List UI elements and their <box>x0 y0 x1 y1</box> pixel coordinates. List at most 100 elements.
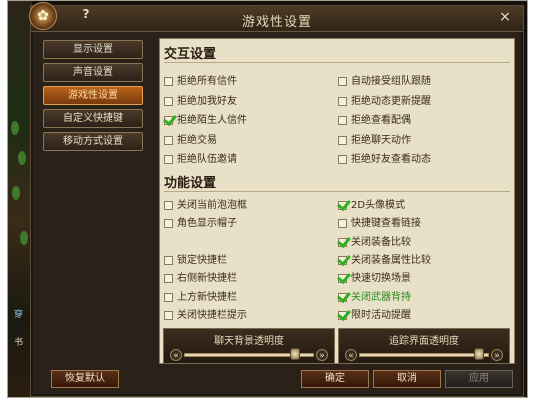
checkbox-icon[interactable] <box>164 219 173 229</box>
checkbox-icon[interactable] <box>338 135 347 145</box>
checkbox-label: 关闭当前泡泡框 <box>177 200 247 211</box>
checkbox-label: 右侧新快捷栏 <box>177 273 237 285</box>
checkbox-label: 关闭装备属性比较 <box>351 254 431 266</box>
nav-gameplay-settings[interactable]: 游戏性设置 <box>43 86 143 105</box>
checkbox-label: 拒绝查看配偶 <box>351 115 411 126</box>
checkbox-icon[interactable] <box>164 201 173 210</box>
checkbox-option[interactable]: 关闭快捷栏提示 <box>164 309 247 323</box>
checkbox-label: 锁定快捷栏 <box>177 254 227 266</box>
checkbox-icon[interactable] <box>164 77 173 86</box>
checkbox-option[interactable]: 限时活动提醒 <box>338 309 411 323</box>
checkbox-label: 角色显示帽子 <box>177 218 237 230</box>
slider-increase-icon[interactable]: » <box>491 349 503 361</box>
checkbox-icon[interactable] <box>338 96 347 106</box>
checkbox-checked-icon[interactable] <box>164 116 173 125</box>
settings-window: ✿ ? 游戏性设置 × 显示设置 声音设置 游戏性设置 自定义快捷键 移动方式设… <box>29 2 524 397</box>
checkbox-label: 快捷键查看链接 <box>351 218 421 230</box>
slider-track[interactable] <box>359 353 489 357</box>
interaction-section-title: 交互设置 <box>164 47 217 62</box>
slider-thumb[interactable] <box>473 348 484 360</box>
close-button[interactable]: × <box>497 9 513 25</box>
ok-button[interactable]: 确定 <box>301 370 369 388</box>
nav-sound-settings[interactable]: 声音设置 <box>43 63 143 82</box>
checkbox-option[interactable]: 拒绝加我好友 <box>164 95 237 109</box>
settings-nav: 显示设置 声音设置 游戏性设置 自定义快捷键 移动方式设置 <box>43 40 157 155</box>
slider-label: 追踪界面透明度 <box>389 336 459 347</box>
world-text: 书 <box>14 338 24 348</box>
window-title: 游戏性设置 <box>241 15 312 30</box>
checkbox-label: 拒绝所有信件 <box>177 76 237 87</box>
checkbox-label: 上方新快捷栏 <box>177 291 237 303</box>
checkbox-option[interactable]: 拒绝动态更新提醒 <box>338 95 431 109</box>
window-titlebar[interactable]: ✿ ? 游戏性设置 × <box>29 2 523 32</box>
checkbox-label: 拒绝队伍邀请 <box>177 154 237 165</box>
checkbox-checked-icon[interactable] <box>338 310 347 320</box>
nav-custom-hotkeys[interactable]: 自定义快捷键 <box>43 109 143 128</box>
slider-label: 聊天背景透明度 <box>214 336 284 347</box>
checkbox-icon[interactable] <box>164 292 173 302</box>
checkbox-label: 拒绝加我好友 <box>177 95 237 107</box>
checkbox-label: 2D头像模式 <box>351 200 406 211</box>
section-divider <box>164 62 510 63</box>
apply-button[interactable]: 应用 <box>445 370 513 388</box>
checkbox-option[interactable]: 角色显示帽子 <box>164 217 237 231</box>
checkbox-option[interactable]: 拒绝交易 <box>164 134 217 148</box>
function-section-title: 功能设置 <box>164 176 217 191</box>
checkbox-label: 拒绝动态更新提醒 <box>351 95 431 107</box>
world-text: 穿 <box>14 310 24 320</box>
checkbox-checked-icon[interactable] <box>338 201 347 210</box>
checkbox-option[interactable]: 关闭装备比较 <box>338 236 411 250</box>
checkbox-option[interactable]: 快捷键查看链接 <box>338 217 421 231</box>
checkbox-icon[interactable] <box>164 255 173 265</box>
slider-increase-icon[interactable]: » <box>316 349 328 361</box>
checkbox-label: 关闭装备比较 <box>351 236 411 248</box>
cancel-button[interactable]: 取消 <box>373 370 441 388</box>
checkbox-option[interactable]: 上方新快捷栏 <box>164 291 237 305</box>
section-divider <box>164 191 510 192</box>
checkbox-option[interactable]: 自动接受组队跟随 <box>338 75 431 89</box>
checkbox-option[interactable]: 拒绝陌生人信件 <box>164 114 247 128</box>
checkbox-option[interactable]: 拒绝聊天动作 <box>338 134 411 148</box>
slider-decrease-icon[interactable]: « <box>170 349 182 361</box>
checkbox-icon[interactable] <box>164 310 173 320</box>
settings-content-panel: 交互设置 拒绝所有信件 拒绝加我好友 拒绝陌生人信件 拒绝交易拒绝队伍邀请 自动接受组队… <box>159 38 515 364</box>
nav-display-settings[interactable]: 显示设置 <box>43 40 143 59</box>
checkbox-option[interactable]: 锁定快捷栏 <box>164 254 227 268</box>
checkbox-option[interactable]: 2D头像模式 <box>338 199 405 213</box>
checkbox-label: 拒绝好友查看动态 <box>351 154 431 165</box>
checkbox-option[interactable]: 快速切换场景 <box>338 272 411 286</box>
checkbox-icon[interactable] <box>338 219 347 229</box>
checkbox-option[interactable]: 拒绝好友查看动态 <box>338 153 431 167</box>
checkbox-checked-icon[interactable] <box>338 255 347 265</box>
checkbox-option[interactable]: 关闭武器背持 <box>338 291 411 305</box>
checkbox-option[interactable]: 右侧新快捷栏 <box>164 272 237 286</box>
checkbox-option[interactable]: 关闭当前泡泡框 <box>164 199 247 213</box>
checkbox-icon[interactable] <box>338 116 347 125</box>
game-world-background: 穿 书 <box>8 1 32 397</box>
checkbox-icon[interactable] <box>338 77 347 86</box>
foliage-decoration <box>11 121 19 135</box>
nav-movement-settings[interactable]: 移动方式设置 <box>43 132 143 151</box>
checkbox-option[interactable]: 拒绝队伍邀请 <box>164 153 237 167</box>
checkbox-option[interactable]: 拒绝所有信件 <box>164 75 237 89</box>
checkbox-label: 自动接受组队跟随 <box>351 76 431 87</box>
checkbox-checked-icon[interactable] <box>338 274 347 284</box>
checkbox-icon[interactable] <box>164 135 173 145</box>
checkbox-label: 快速切换场景 <box>351 273 411 285</box>
checkbox-option[interactable]: 拒绝查看配偶 <box>338 114 411 128</box>
checkbox-icon[interactable] <box>164 155 173 164</box>
checkbox-checked-icon[interactable] <box>338 237 347 247</box>
slider-thumb[interactable] <box>289 348 300 360</box>
foliage-decoration <box>12 186 20 200</box>
slider-decrease-icon[interactable]: « <box>345 349 357 361</box>
checkbox-label: 关闭快捷栏提示 <box>177 309 247 321</box>
tracking-opacity-slider: 追踪界面透明度 « » <box>338 328 510 364</box>
checkbox-icon[interactable] <box>338 155 347 164</box>
foliage-decoration <box>20 231 28 245</box>
checkbox-icon[interactable] <box>164 274 173 284</box>
checkbox-checked-icon[interactable] <box>338 292 347 302</box>
checkbox-icon[interactable] <box>164 96 173 106</box>
reset-defaults-button[interactable]: 恢复默认 <box>51 370 119 388</box>
foliage-decoration <box>18 151 26 165</box>
checkbox-option[interactable]: 关闭装备属性比较 <box>338 254 431 268</box>
